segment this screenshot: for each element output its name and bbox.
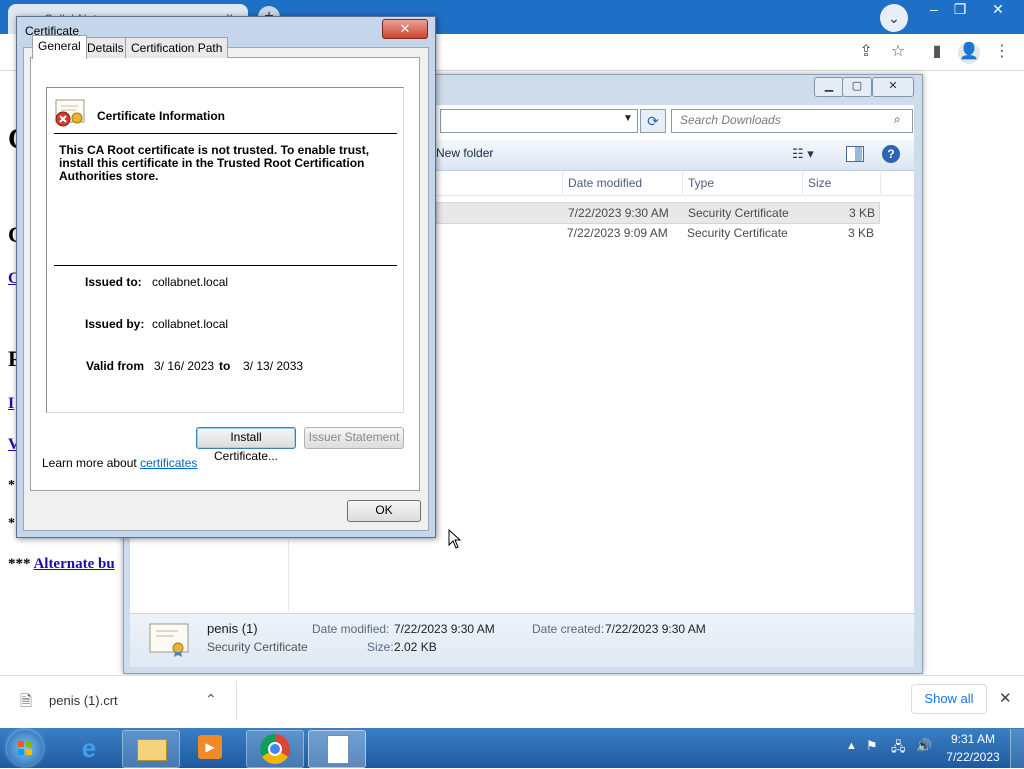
show-all-button[interactable]: Show all [911,684,987,714]
explorer-minimize-button[interactable]: ▁ [814,77,844,97]
document-taskbar-icon[interactable] [308,730,366,768]
file-row[interactable]: 7/22/2023 9:09 AM Security Certificate 3… [436,223,878,243]
share-icon[interactable]: ⇪ [856,42,876,62]
file-date: 7/22/2023 9:30 AM [568,206,669,220]
install-certificate-button[interactable]: Install Certificate... [196,427,296,463]
divider [236,681,237,721]
page-link-fragment[interactable]: I [8,395,14,413]
search-icon[interactable]: ⌕ [894,112,901,127]
certificate-error-icon [54,98,88,128]
valid-from-label: Valid from [86,359,145,373]
tab-details[interactable]: Details [81,37,130,58]
divider [54,133,397,134]
file-date: 7/22/2023 9:09 AM [567,226,668,240]
alternate-line: *** Alternate bu [8,556,115,573]
download-file-icon: 🗎 [20,693,33,710]
close-download-bar-icon[interactable]: ✕ [999,689,1012,707]
browser-minimize-button[interactable]: – [920,0,948,20]
column-size[interactable]: Size [808,176,831,190]
detail-size-value: 2.02 KB [394,640,437,654]
dialog-close-button[interactable]: ✕ [382,19,428,39]
view-options-icon[interactable]: ☷ ▾ [792,146,814,162]
divider [54,265,397,266]
valid-to-label: to [219,359,231,373]
nav-pane-divider [288,540,289,612]
column-divider [880,172,881,194]
detail-size-label: Size: [367,640,394,654]
file-type: Security Certificate [688,206,789,220]
detail-created-value: 7/22/2023 9:30 AM [605,622,706,636]
issued-to-label: Issued to: [85,275,142,289]
file-size: 3 KB [848,226,875,240]
refresh-icon[interactable]: ⟳ [640,109,666,133]
download-bar [0,675,1024,729]
preview-pane-icon[interactable] [846,146,864,162]
column-divider [802,172,803,194]
certificates-link[interactable]: certificates [140,456,197,470]
issuer-statement-button: Issuer Statement [304,427,404,449]
explorer-maximize-button[interactable]: ▢ [842,77,872,97]
mouse-cursor [448,528,462,552]
detail-created-label: Date created: [532,622,605,636]
tab-certification-path[interactable]: Certification Path [125,37,229,58]
media-player-icon[interactable]: ▶ [198,735,222,759]
file-row[interactable]: 7/22/2023 9:30 AM Security Certificate 3… [436,202,880,224]
volume-icon[interactable]: 🔊 [916,738,932,754]
page-text-fragment: * [8,516,15,531]
clock-time[interactable]: 9:31 AM [944,732,1002,746]
page-text-fragment: * [8,478,15,493]
column-date-modified[interactable]: Date modified [568,176,642,190]
tab-search-dropdown-icon[interactable]: ⌄ [880,4,908,32]
chrome-taskbar-icon[interactable] [246,730,304,768]
download-file-name[interactable]: penis (1).crt [49,693,118,708]
trust-warning-text: This CA Root certificate is not trusted.… [59,143,370,183]
browser-close-button[interactable]: ✕ [984,0,1012,20]
show-desktop-button[interactable] [1010,729,1024,768]
valid-from-value: 3/ 16/ 2023 [154,359,215,373]
menu-icon[interactable]: ⋮ [992,42,1012,62]
detail-file-name: penis (1) [207,621,258,636]
file-size: 3 KB [849,206,876,220]
profile-icon[interactable]: 👤 [958,42,980,64]
sidebar-icon[interactable]: ▮ [927,42,947,62]
help-icon[interactable]: ? [882,145,900,163]
learn-more-text: Learn more about [42,456,137,470]
file-type: Security Certificate [687,226,788,240]
address-dropdown-icon[interactable]: ▼ [623,113,633,124]
certificate-info-heading: Certificate Information [97,109,226,123]
certificate-file-icon [148,622,190,658]
detail-modified-label: Date modified: [312,622,390,636]
ok-button[interactable]: OK [347,500,421,522]
search-placeholder: Search Downloads [680,113,781,127]
valid-to-value: 3/ 13/ 2033 [243,359,304,373]
internet-explorer-icon[interactable]: e [74,733,104,763]
tab-general[interactable]: General [32,35,87,59]
issued-by-value: collabnet.local [152,317,229,331]
download-chevron-up-icon[interactable]: ⌃ [205,691,217,708]
start-button[interactable] [7,730,43,766]
learn-more-line: Learn more about certificates [42,456,197,470]
alternate-link[interactable]: Alternate bu [33,556,114,572]
issued-by-label: Issued by: [85,317,145,331]
column-divider [562,172,563,194]
explorer-taskbar-icon[interactable] [122,730,180,768]
column-divider [682,172,683,194]
search-downloads-input[interactable]: Search Downloads ⌕ [671,109,913,133]
explorer-close-button[interactable]: ✕ [872,77,914,97]
new-folder-button[interactable]: New folder [436,146,493,160]
show-hidden-icons[interactable]: ▲ [846,740,857,752]
issued-to-value: collabnet.local [152,275,229,289]
browser-maximize-button[interactable]: ❐ [946,0,974,20]
action-center-flag-icon[interactable]: ⚑ [866,738,878,754]
star-icon[interactable]: ☆ [888,42,908,62]
clock-date[interactable]: 7/22/2023 [944,750,1002,764]
network-icon[interactable]: 🖧 [891,738,906,760]
detail-modified-value: 7/22/2023 9:30 AM [394,622,495,636]
alternate-prefix: *** [8,556,31,572]
address-bar[interactable]: ▼ [440,109,638,133]
column-type[interactable]: Type [688,176,714,190]
detail-file-type: Security Certificate [207,640,308,654]
